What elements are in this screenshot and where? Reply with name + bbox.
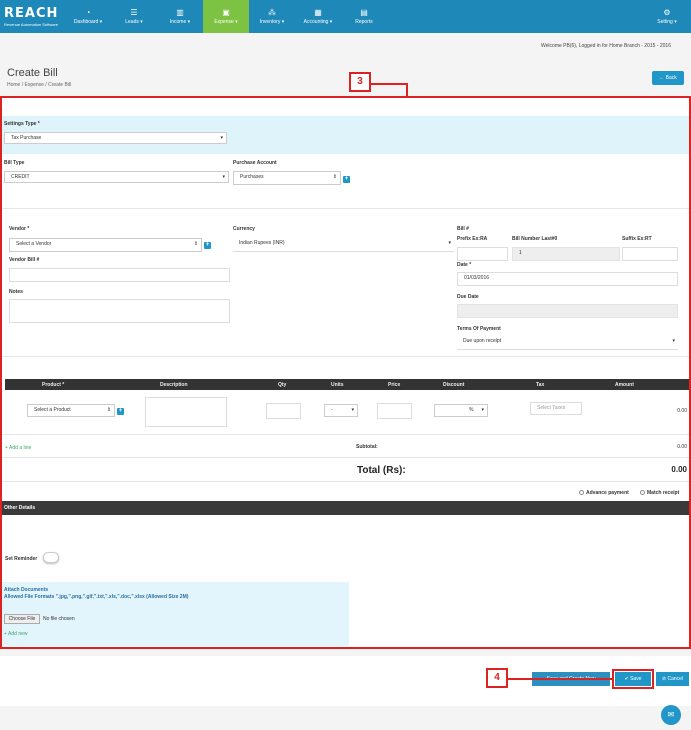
nav-reports[interactable]: ▤ Reports (341, 0, 387, 33)
logo-text: REACH (4, 6, 59, 21)
nav-label: Accounting ▾ (303, 19, 333, 25)
nav-dashboard[interactable]: ◔ Dashboard ▾ (65, 0, 111, 33)
annotation-box-4 (612, 669, 654, 689)
reports-icon: ▤ (360, 8, 368, 17)
income-chart-icon: ▥ (176, 8, 184, 17)
nav-label: Inventory ▾ (259, 19, 285, 25)
annotation-callout-3: 3 (349, 72, 371, 92)
nav-leads[interactable]: ☰ Leads ▾ (111, 0, 157, 33)
cancel-button[interactable]: ⊘ Cancel (656, 672, 689, 686)
logo-subtitle: Revenue Automation Software (4, 22, 59, 27)
dashboard-icon: ◔ (85, 8, 91, 17)
calculator-icon: ▦ (314, 8, 322, 17)
nav-settings[interactable]: ⚙ Setting ▾ (644, 0, 690, 33)
chat-bubble-icon[interactable]: ✉ (661, 705, 681, 725)
breadcrumb[interactable]: Home / Expense / Create Bill (7, 82, 71, 88)
welcome-message: Welcome PB(6), Logged in for Home Branch… (541, 43, 671, 49)
leads-icon: ☰ (130, 8, 138, 17)
annotation-line-3-down (406, 83, 408, 97)
nav-inventory[interactable]: ⁂ Inventory ▾ (249, 0, 295, 33)
nav-label: Income ▾ (169, 19, 191, 25)
nav-label: Expense ▾ (214, 19, 238, 25)
nav-expense[interactable]: ▣ Expense ▾ (203, 0, 249, 33)
nav-label: Reports (355, 19, 373, 25)
page-title: Create Bill (7, 67, 58, 79)
nav-income[interactable]: ▥ Income ▾ (157, 0, 203, 33)
nav-label: Leads ▾ (125, 19, 143, 25)
app-logo[interactable]: REACH Revenue Automation Software (4, 6, 58, 27)
nav-accounting[interactable]: ▦ Accounting ▾ (295, 0, 341, 33)
annotation-callout-4: 4 (486, 668, 508, 688)
annotation-box-3 (0, 96, 691, 649)
expense-icon: ▣ (222, 8, 230, 17)
inventory-icon: ⁂ (268, 8, 276, 17)
top-navigation-bar: REACH Revenue Automation Software ◔ Dashb… (0, 0, 691, 33)
annotation-line-3 (371, 83, 408, 85)
annotation-line-4 (508, 678, 612, 680)
gear-icon: ⚙ (663, 8, 671, 17)
nav-label: Dashboard ▾ (73, 19, 103, 25)
nav-label: Setting ▾ (657, 19, 677, 25)
back-button[interactable]: ← Back (652, 71, 684, 85)
